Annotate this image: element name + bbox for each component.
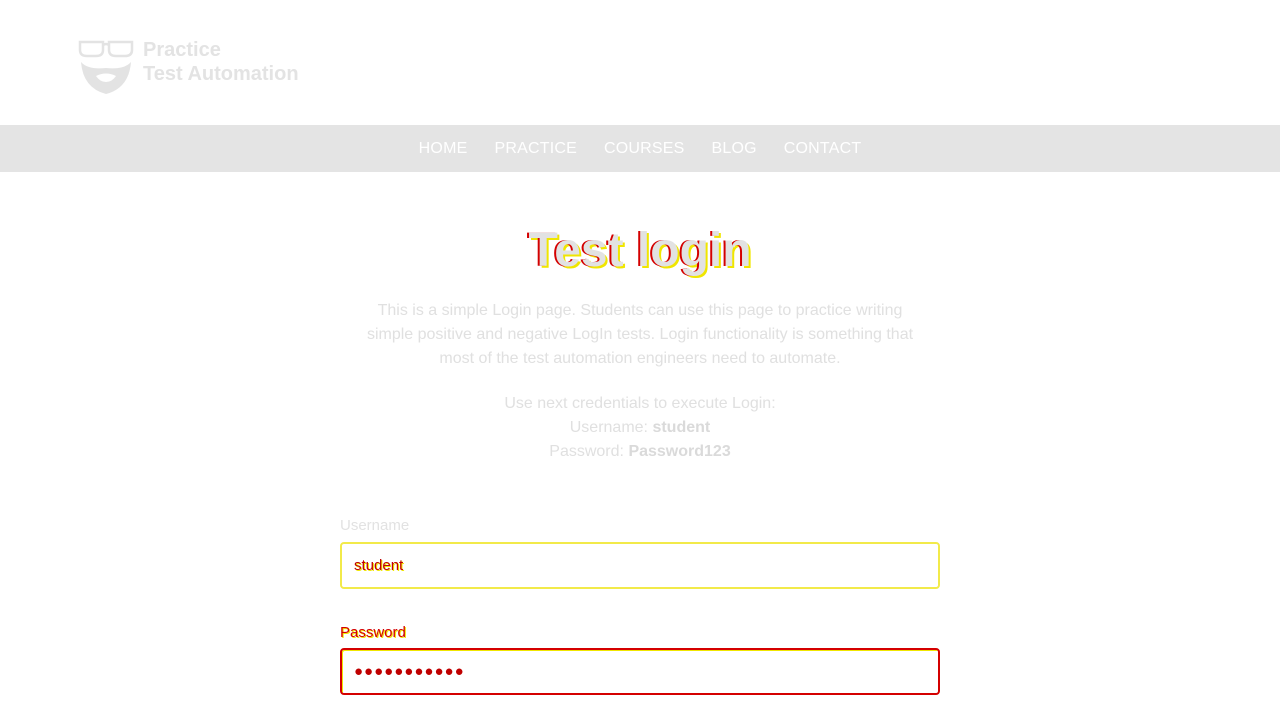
page-title: Test login <box>528 224 752 277</box>
credentials-username-value: student <box>652 419 711 436</box>
credentials-username-prefix: Username: <box>569 419 648 436</box>
main-content: Test login This is a simple Login page. … <box>0 172 1280 720</box>
nav-item-contact[interactable]: CONTACT <box>784 140 862 158</box>
password-input[interactable] <box>340 648 940 695</box>
nav-item-home[interactable]: HOME <box>419 140 468 158</box>
bearded-glasses-face-icon <box>78 40 134 94</box>
nav-item-courses[interactable]: COURSES <box>604 140 685 158</box>
site-header: Practice Test Automation <box>0 0 1280 125</box>
password-label: Password <box>340 624 406 641</box>
logo-line-2: Test Automation <box>143 63 299 85</box>
credentials-password-line: Password: Password123 <box>0 440 1280 464</box>
credentials-username-line: Username: student <box>0 416 1280 440</box>
nav-item-blog[interactable]: BLOG <box>712 140 757 158</box>
credentials-intro: Use next credentials to execute Login: <box>504 395 776 412</box>
page-description: This is a simple Login page. Students ca… <box>366 302 914 367</box>
main-nav: HOME PRACTICE COURSES BLOG CONTACT <box>0 125 1280 172</box>
credentials-info: Use next credentials to execute Login: U… <box>0 392 1280 464</box>
credentials-password-value: Password123 <box>628 443 731 460</box>
logo-line-1: Practice <box>143 39 221 61</box>
nav-item-practice[interactable]: PRACTICE <box>494 140 577 158</box>
username-label: Username <box>340 517 410 534</box>
credentials-password-prefix: Password: <box>549 443 624 460</box>
logo-text: Practice Test Automation <box>143 38 299 86</box>
username-input[interactable] <box>340 542 940 589</box>
site-logo[interactable]: Practice Test Automation <box>78 38 318 98</box>
